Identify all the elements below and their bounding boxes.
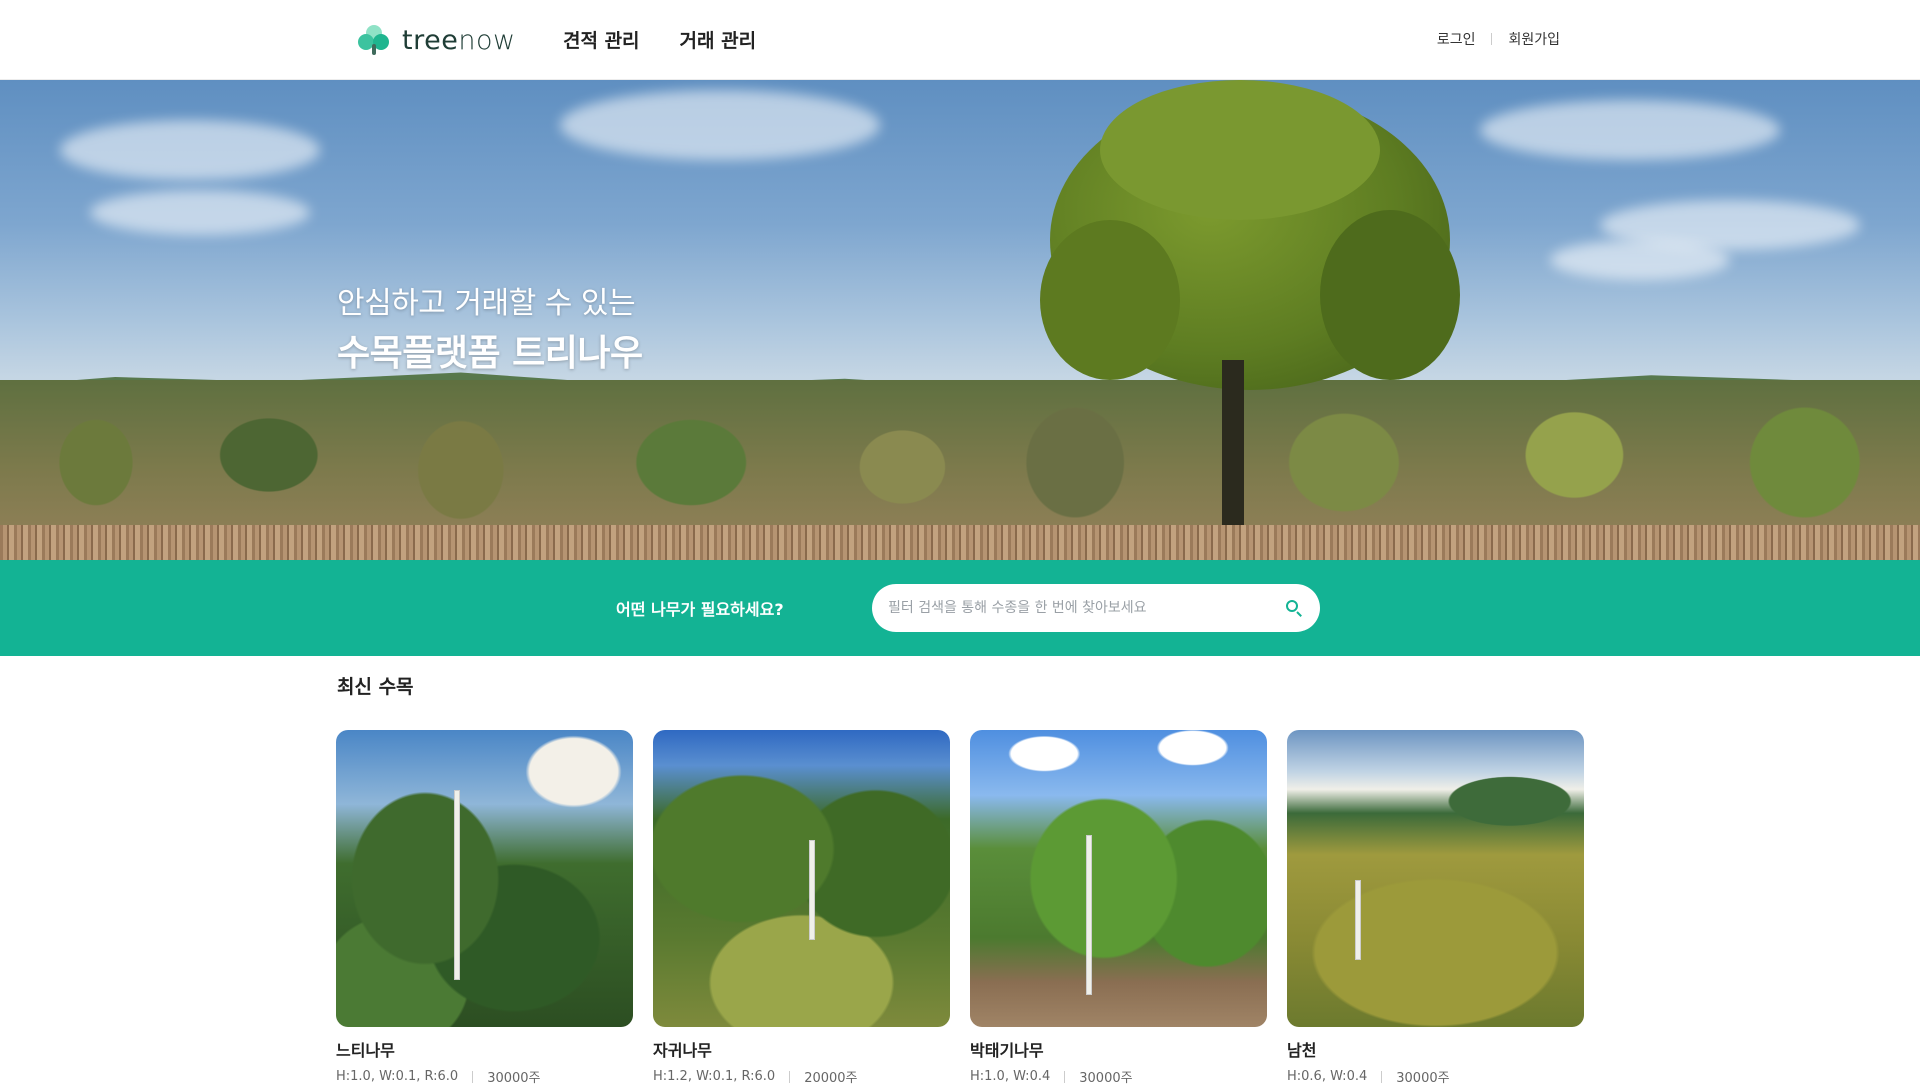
tree-photo[interactable] bbox=[970, 730, 1267, 1027]
cloud bbox=[560, 90, 880, 160]
cloud bbox=[90, 190, 310, 235]
tree-photo[interactable] bbox=[1287, 730, 1584, 1027]
cloud bbox=[1550, 240, 1730, 280]
tree-line bbox=[0, 380, 1920, 530]
tree-name: 느티나무 bbox=[336, 1041, 395, 1060]
cloud bbox=[60, 120, 320, 180]
meta-divider bbox=[789, 1070, 791, 1083]
tree-meta: H:1.0, W:0.4 30000주 bbox=[970, 1067, 1267, 1086]
auth-links: 로그인 회원가입 bbox=[1437, 29, 1560, 49]
nav-quote-management[interactable]: 견적 관리 bbox=[563, 26, 640, 53]
signup-link[interactable]: 회원가입 bbox=[1508, 29, 1560, 49]
nav-trade-management[interactable]: 거래 관리 bbox=[680, 26, 757, 53]
meta-divider bbox=[472, 1070, 474, 1083]
meta-divider bbox=[1064, 1070, 1066, 1083]
tree-photo[interactable] bbox=[336, 730, 633, 1027]
hero-title: 수목플랫폼 트리나우 bbox=[337, 333, 643, 374]
tree-card[interactable]: 자귀나무 H:1.2, W:0.1, R:6.0 20000주 bbox=[653, 730, 950, 1086]
logo-text-now: now bbox=[458, 24, 516, 56]
tree-name: 남천 bbox=[1287, 1041, 1317, 1060]
hero-banner: 안심하고 거래할 수 있는 수목플랫폼 트리나우 bbox=[0, 80, 1920, 560]
logo-text: treenow bbox=[402, 25, 516, 56]
logo[interactable]: treenow bbox=[358, 22, 516, 58]
large-tree bbox=[1040, 80, 1460, 530]
tree-logo-icon bbox=[358, 24, 390, 56]
latest-tree-list: 느티나무 H:1.0, W:0.1, R:6.0 30000주 자귀나무 H:1… bbox=[336, 730, 1584, 1086]
search-input[interactable] bbox=[888, 600, 1284, 616]
tree-spec: H:0.6, W:0.4 bbox=[1287, 1069, 1368, 1084]
meta-divider bbox=[1381, 1070, 1383, 1083]
tree-card[interactable]: 느티나무 H:1.0, W:0.1, R:6.0 30000주 bbox=[336, 730, 633, 1086]
tree-name: 박태기나무 bbox=[970, 1041, 1044, 1060]
tree-name: 자귀나무 bbox=[653, 1041, 712, 1060]
hero-subtitle: 안심하고 거래할 수 있는 bbox=[337, 286, 636, 321]
tree-quantity: 30000주 bbox=[1079, 1071, 1133, 1086]
cloud bbox=[1480, 100, 1780, 160]
tree-quantity: 30000주 bbox=[1396, 1071, 1450, 1086]
tree-spec: H:1.2, W:0.1, R:6.0 bbox=[653, 1069, 776, 1084]
tree-meta: H:1.2, W:0.1, R:6.0 20000주 bbox=[653, 1067, 950, 1086]
search-prompt: 어떤 나무가 필요하세요? bbox=[616, 600, 784, 619]
logo-text-tree: tree bbox=[402, 24, 459, 56]
tree-meta: H:0.6, W:0.4 30000주 bbox=[1287, 1067, 1584, 1086]
tree-quantity: 30000주 bbox=[487, 1071, 541, 1086]
login-link[interactable]: 로그인 bbox=[1437, 29, 1476, 49]
site-header: treenow 견적 관리 거래 관리 로그인 회원가입 bbox=[0, 0, 1920, 80]
tree-spec: H:1.0, W:0.1, R:6.0 bbox=[336, 1069, 459, 1084]
search-icon[interactable] bbox=[1284, 598, 1304, 618]
tree-meta: H:1.0, W:0.1, R:6.0 30000주 bbox=[336, 1067, 633, 1086]
tree-spec: H:1.0, W:0.4 bbox=[970, 1069, 1051, 1084]
hero-text: 안심하고 거래할 수 있는 수목플랫폼 트리나우 bbox=[337, 278, 643, 376]
search-box bbox=[872, 584, 1320, 632]
auth-divider bbox=[1491, 33, 1493, 45]
tree-photo[interactable] bbox=[653, 730, 950, 1027]
main-nav: 견적 관리 거래 관리 bbox=[563, 26, 756, 53]
section-title-latest: 최신 수목 bbox=[337, 676, 414, 698]
tree-quantity: 20000주 bbox=[804, 1071, 858, 1086]
tree-card[interactable]: 남천 H:0.6, W:0.4 30000주 bbox=[1287, 730, 1584, 1086]
search-section: 어떤 나무가 필요하세요? bbox=[0, 560, 1920, 656]
plowed-field bbox=[0, 525, 1920, 560]
tree-card[interactable]: 박태기나무 H:1.0, W:0.4 30000주 bbox=[970, 730, 1267, 1086]
